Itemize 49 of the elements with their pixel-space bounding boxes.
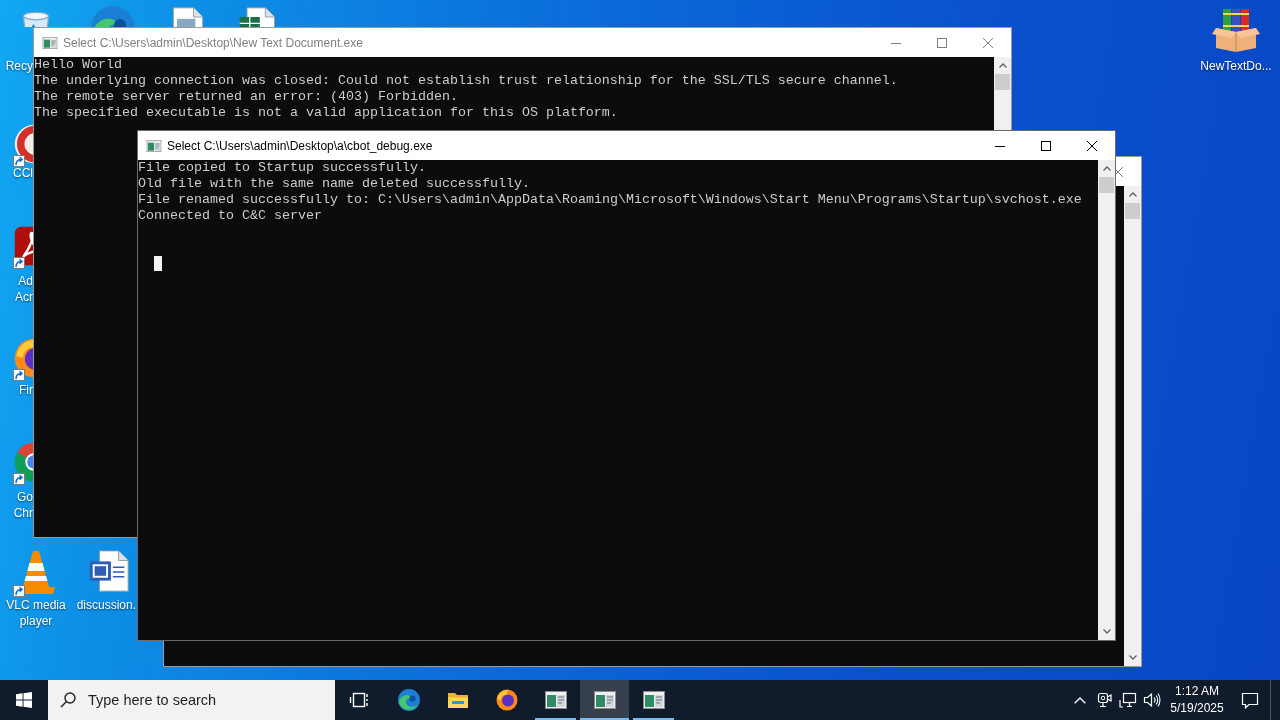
window-title: Select C:\Users\admin\Desktop\a\cbot_debug.exe: [167, 138, 433, 153]
chevron-up-icon: [998, 63, 1007, 68]
console-line: File renamed successfully to: C:\Users\admin\AppData\Roaming\Microsoft\Windows\Start Menu\Programs\Startup\svchost.exe: [138, 192, 1082, 208]
console-icon: [641, 688, 666, 712]
scrollbar[interactable]: [1098, 160, 1115, 640]
console-icon: [592, 688, 617, 712]
browser-icon: [494, 688, 519, 712]
icon-label: Fir: [19, 382, 33, 398]
console-line: Hello World: [34, 57, 122, 73]
console-icon: [543, 688, 568, 712]
console-line: The remote server returned an error: (403) Forbidden.: [34, 89, 458, 105]
console-icon: [42, 34, 58, 51]
scrollbar[interactable]: [994, 57, 1011, 130]
icon-label: Go Chr: [13, 489, 33, 521]
maximize-icon: [937, 37, 947, 48]
notification-icon: [1241, 691, 1259, 709]
scroll-thumb[interactable]: [1125, 203, 1140, 219]
camera-icon[interactable]: [1096, 692, 1112, 708]
icon-label: VLC media player: [6, 597, 66, 629]
taskbar-button[interactable]: [580, 680, 629, 720]
scroll-thumb[interactable]: [995, 74, 1010, 90]
icon-label: NewTextDo...: [1200, 58, 1272, 74]
console-line: File copied to Startup successfully.: [138, 160, 426, 176]
console-icon: [146, 137, 162, 154]
window-title: Select C:\Users\admin\Desktop\New Text Document.exe: [63, 35, 363, 50]
browser-icon: [396, 688, 421, 712]
chevron-up-icon: [1128, 192, 1137, 197]
icon-label: discussion.: [76, 597, 136, 613]
volume-icon[interactable]: [1143, 692, 1161, 708]
scrollbar[interactable]: [1124, 186, 1141, 666]
network-icon[interactable]: [1119, 692, 1137, 708]
icon-label: Ad Acr: [15, 273, 33, 305]
icon-label: Recy: [5, 58, 33, 74]
chevron-up-icon[interactable]: [1074, 696, 1086, 704]
chevron-up-icon: [1102, 166, 1111, 171]
console-line: The specified executable is not a valid application for this OS platform.: [34, 105, 618, 121]
chevron-down-icon: [1102, 629, 1111, 634]
search-field[interactable]: Type here to search: [48, 680, 335, 720]
console-line: The underlying connection was closed: Could not establish trust relationship for the SSL/TLS secure channel.: [34, 73, 898, 89]
console-line: Connected to C&C server: [138, 208, 322, 224]
maximize-icon: [1041, 140, 1051, 151]
clock-button[interactable]: 1:12 AM 5/19/2025: [1164, 680, 1230, 720]
console-line: Old file with the same name deleted successfully.: [138, 176, 530, 192]
icon-label: CCl: [13, 165, 33, 181]
chevron-down-icon: [1128, 655, 1137, 660]
archive-box-icon[interactable]: [1212, 6, 1260, 54]
search-icon: [60, 692, 76, 708]
windows-logo-icon: [16, 692, 32, 708]
scroll-thumb[interactable]: [1099, 177, 1114, 193]
